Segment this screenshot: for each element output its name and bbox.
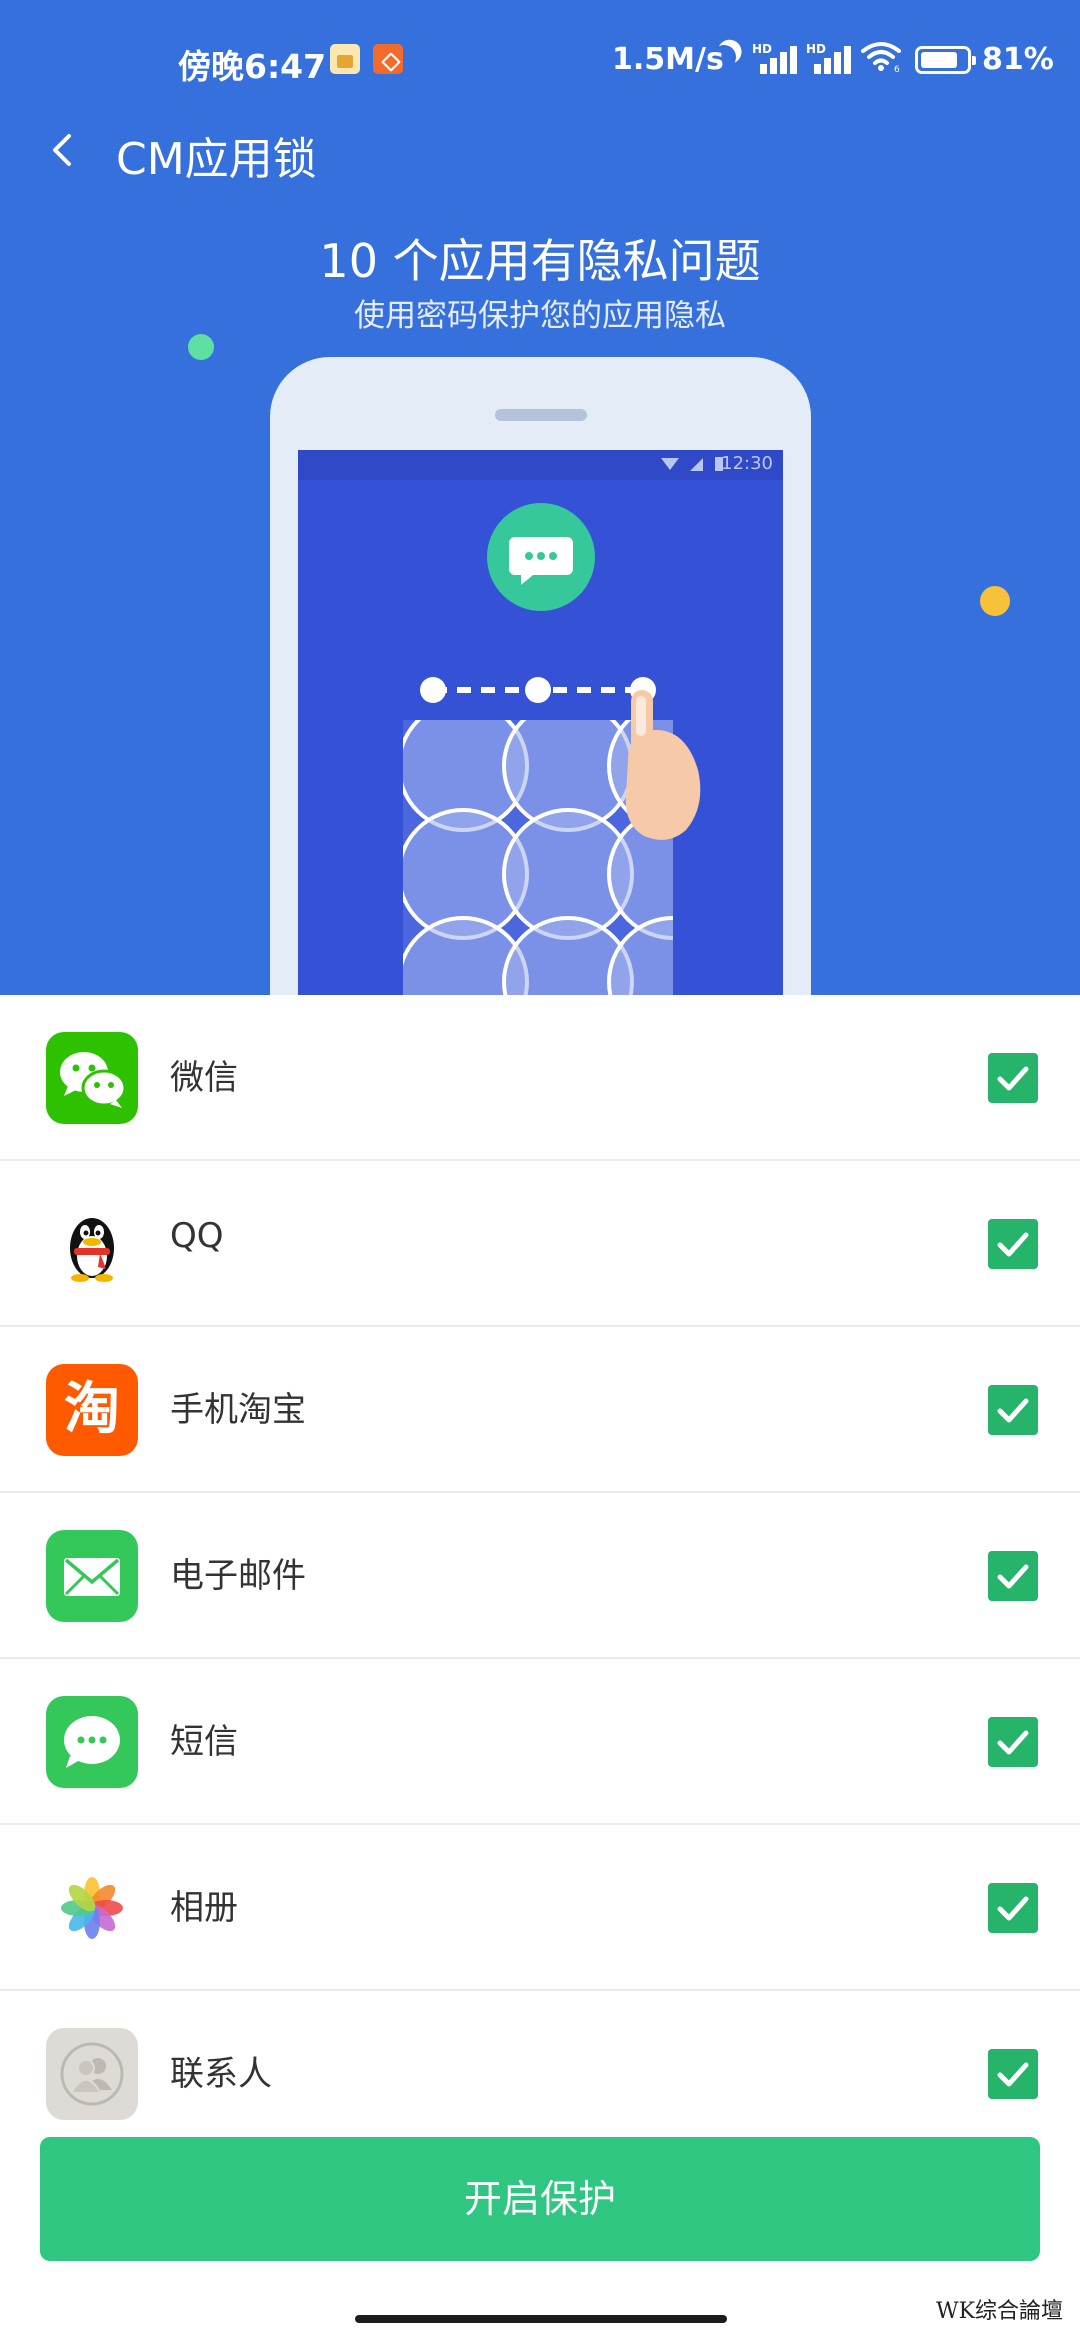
app-name: 相册 <box>170 1888 238 1928</box>
notification-app-icon-2 <box>373 44 403 74</box>
mail-icon <box>46 1530 138 1622</box>
phone-speaker <box>495 409 587 421</box>
home-indicator[interactable] <box>355 2315 727 2323</box>
checkbox-checked-icon[interactable] <box>988 1053 1038 1103</box>
app-name: 微信 <box>170 1058 238 1098</box>
app-name: 手机淘宝 <box>170 1390 306 1430</box>
decorative-dot-yellow <box>980 586 1010 616</box>
enable-protection-button[interactable]: 开启保护 <box>40 2137 1040 2261</box>
wechat-icon <box>46 1032 138 1124</box>
messages-icon <box>46 1696 138 1788</box>
checkbox-checked-icon[interactable] <box>988 2049 1038 2099</box>
checkbox-checked-icon[interactable] <box>988 1883 1038 1933</box>
page-title: CM应用锁 <box>116 134 317 185</box>
cell-signal-icon: HD <box>752 42 802 74</box>
list-item-mail[interactable]: 电子邮件 <box>0 1493 1080 1659</box>
phone-screen: 12:30 <box>298 450 783 995</box>
list-item-contacts[interactable]: 联系人 <box>0 1991 1080 2157</box>
watermark: WK综合論壇 <box>936 2299 1064 2324</box>
list-item-photos[interactable]: 相册 <box>0 1825 1080 1991</box>
unlock-pattern-illustration <box>403 677 701 995</box>
photos-icon <box>46 1862 138 1954</box>
privacy-subtitle: 使用密码保护您的应用隐私 <box>354 298 726 334</box>
taobao-icon: 淘 <box>46 1364 138 1456</box>
battery-percent: 81% <box>982 42 1054 77</box>
hero-banner: 傍晚6:47 1.5M/s HD HD 6 81% CM应用锁 10 个应用有隐… <box>0 0 1080 995</box>
list-item-taobao[interactable]: 淘 手机淘宝 <box>0 1327 1080 1493</box>
chevron-left-icon[interactable] <box>36 122 92 178</box>
app-list: 微信 QQ 淘 手机淘宝 电子邮件 短信 相册 联系人 <box>0 995 1080 2157</box>
contacts-icon <box>46 2028 138 2120</box>
decorative-dot-green <box>188 334 214 360</box>
notification-app-icon <box>330 44 360 74</box>
status-time: 傍晚6:47 <box>178 47 327 86</box>
list-item-wechat[interactable]: 微信 <box>0 995 1080 1161</box>
battery-icon <box>915 46 976 74</box>
checkbox-checked-icon[interactable] <box>988 1219 1038 1269</box>
checkbox-checked-icon[interactable] <box>988 1717 1038 1767</box>
status-bar: 傍晚6:47 1.5M/s HD HD 6 81% <box>0 0 1080 120</box>
battery-fill <box>921 52 957 68</box>
wifi-sub-label: 6 <box>894 65 900 72</box>
signal-hd-label-2: HD <box>806 42 827 56</box>
app-name: 联系人 <box>170 2054 272 2094</box>
checkbox-checked-icon[interactable] <box>988 1385 1038 1435</box>
list-item-qq[interactable]: QQ <box>0 1161 1080 1327</box>
app-name: 短信 <box>170 1722 238 1762</box>
phone-illustration: 12:30 <box>270 357 811 995</box>
pointing-hand-icon <box>625 690 701 840</box>
wifi-icon: 6 <box>861 42 901 72</box>
app-name: QQ <box>170 1216 224 1256</box>
qq-penguin-icon <box>46 1198 138 1290</box>
signal-hd-label: HD <box>752 42 773 56</box>
privacy-headline: 10 个应用有隐私问题 <box>319 234 761 288</box>
checkbox-checked-icon[interactable] <box>988 1551 1038 1601</box>
cell-signal-icon-2: HD <box>806 42 856 74</box>
list-item-messages[interactable]: 短信 <box>0 1659 1080 1825</box>
app-name: 电子邮件 <box>170 1556 306 1596</box>
network-speed: 1.5M/s <box>612 42 724 77</box>
